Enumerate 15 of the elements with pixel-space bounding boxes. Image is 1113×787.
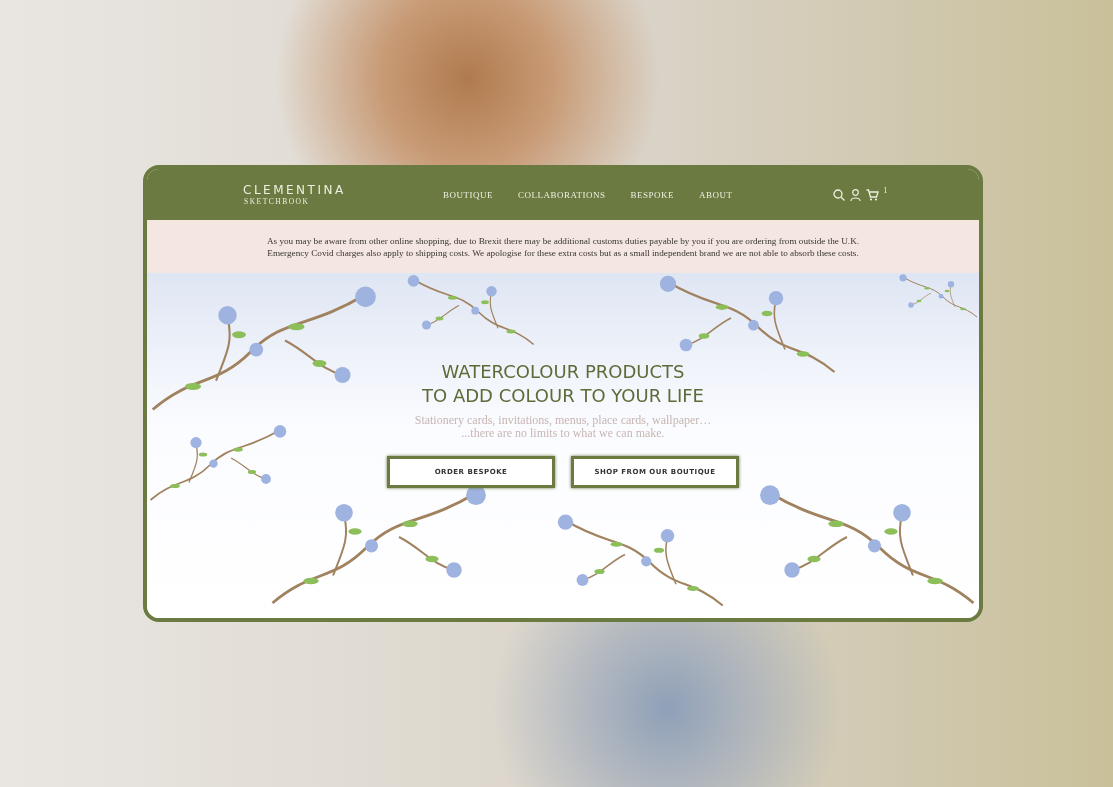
hero-title: WATERCOLOUR PRODUCTS xyxy=(441,360,685,384)
cart-icon[interactable] xyxy=(865,188,879,201)
brand-name[interactable]: CLEMENTINA xyxy=(243,183,443,197)
nav-link[interactable]: ABOUT xyxy=(699,189,733,200)
nav-link[interactable]: BESPOKE xyxy=(630,189,675,200)
hero-title: TO ADD COLOUR TO YOUR LIFE xyxy=(422,384,704,408)
cart-count: 1 xyxy=(883,185,888,195)
notice-text: Emergency Covid charges also apply to shipping costs. We apologise for these extra costs but as a small independent brand we are not able to absorb these costs. xyxy=(267,246,859,259)
user-icon[interactable] xyxy=(849,188,861,201)
hero-subtitle: ...there are no limits to what we can make. xyxy=(461,427,665,440)
search-icon[interactable] xyxy=(832,188,845,201)
hero-subtitle: Stationery cards, invitations, menus, place cards, wallpaper… xyxy=(414,414,712,427)
notice-text: As you may be aware from other online shopping, due to Brexit there may be additional customs duties payable by you if you are ordering from outside the U.K. xyxy=(266,234,860,247)
nav-link[interactable]: BOUTIQUE xyxy=(443,189,493,200)
nav-link[interactable]: COLLABORATIONS xyxy=(518,189,606,200)
